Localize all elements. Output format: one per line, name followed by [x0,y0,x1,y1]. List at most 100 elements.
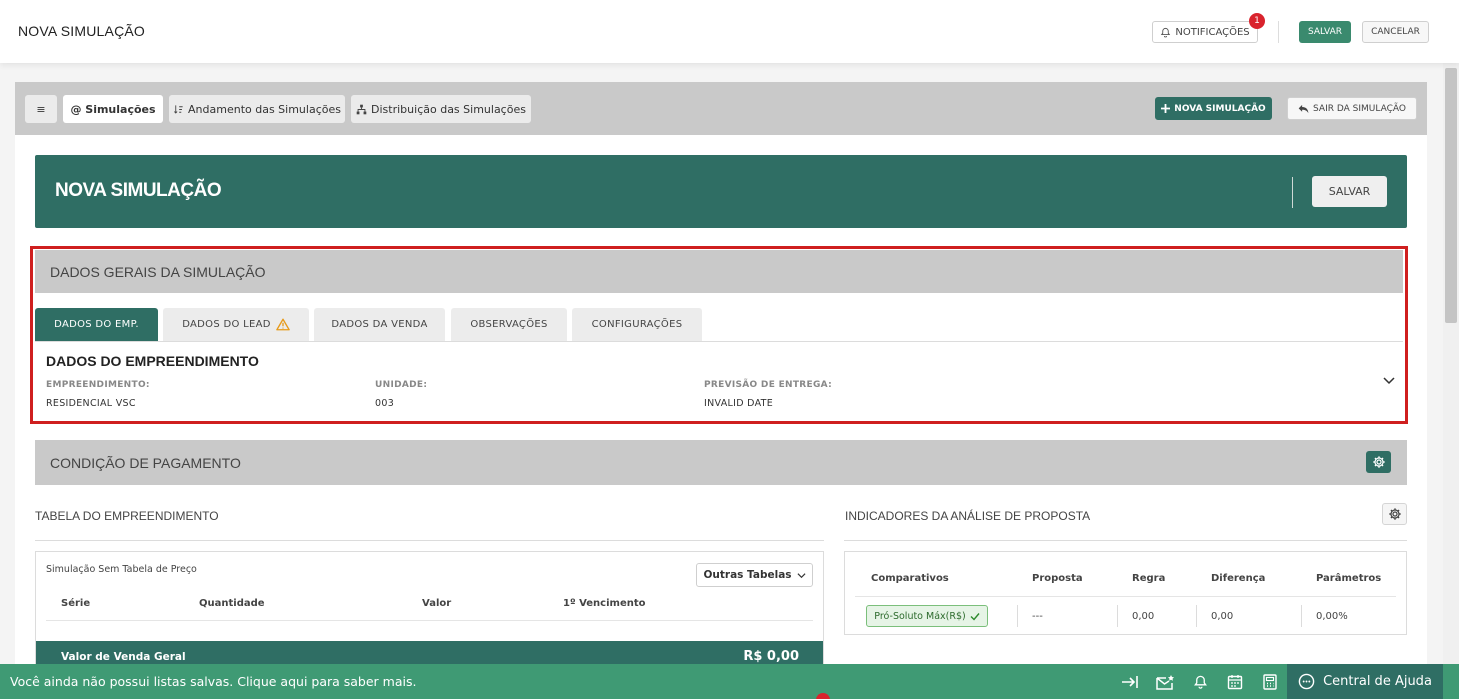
tab-label: Andamento das Simulações [188,102,341,116]
column-header: Regra [1132,573,1166,584]
field-label-unidade: UNIDADE: [375,380,428,390]
chevron-down-icon [797,572,806,578]
help-center-label: Central de Ajuda [1323,674,1432,689]
valor-venda-bar: Valor de Venda Geral R$ 0,00 [36,641,823,665]
column-header: Quantidade [199,598,265,609]
page-title: NOVA SIMULAÇÃO [18,23,146,39]
saved-lists-message[interactable]: Você ainda não possui listas salvas. Cli… [10,674,416,689]
hero-save-button[interactable]: SALVAR [1312,176,1387,207]
main-panel: NOVA SIMULAÇÃO SALVAR DADOS GERAIS DA SI… [15,135,1427,665]
divider [1301,605,1302,627]
tabela-card: Simulação Sem Tabela de Preço Outras Tab… [35,551,824,665]
mail-star-icon[interactable] [1155,673,1175,691]
tab-andamento[interactable]: Andamento das Simulações [169,95,345,123]
outras-tabelas-dropdown[interactable]: Outras Tabelas [696,563,813,587]
scrollbar-thumb[interactable] [1445,68,1457,323]
divider [1278,21,1279,43]
divider [35,341,1403,342]
pagamento-settings-button[interactable] [1366,451,1391,473]
dropdown-label: Outras Tabelas [703,569,792,581]
valor-venda-label: Valor de Venda Geral [61,651,186,663]
regra-value: 0,00 [1132,611,1155,622]
divider [844,540,1407,541]
bell-icon[interactable] [1190,673,1210,691]
column-header: Proposta [1032,573,1083,584]
gear-icon [1388,508,1401,520]
tab-observacoes[interactable]: OBSERVAÇÕES [451,308,567,341]
pagamento-header: CONDIÇÃO DE PAGAMENTO [35,440,1407,485]
tab-dados-lead[interactable]: DADOS DO LEAD [163,308,309,341]
divider [35,540,824,541]
tabela-title: TABELA DO EMPREENDIMENTO [35,509,219,523]
column-header: 1º Vencimento [563,598,646,609]
tab-dados-venda[interactable]: DADOS DA VENDA [314,308,445,341]
column-header: Parâmetros [1316,573,1382,584]
bottom-bar: Você ainda não possui listas salvas. Cli… [0,664,1459,699]
new-simulation-button[interactable]: NOVA SIMULAÇÃO [1155,97,1272,120]
exit-simulation-button[interactable]: SAIR DA SIMULAÇÃO [1287,97,1417,120]
column-header: Diferença [1211,573,1266,584]
new-simulation-label: NOVA SIMULAÇÃO [1174,103,1266,114]
comparativo-badge: Pró-Soluto Máx(R$) [866,605,988,627]
indicadores-title: INDICADORES DA ANÁLISE DE PROPOSTA [845,509,1091,523]
empreendimento-title: DADOS DO EMPREENDIMENTO [46,353,259,369]
tab-simulacoes[interactable]: @ Simulações [63,95,163,123]
field-value-empreendimento: RESIDENCIAL VSC [46,398,136,409]
valor-venda-value: R$ 0,00 [743,649,799,664]
divider [46,620,813,621]
dados-gerais-header: DADOS GERAIS DA SIMULAÇÃO [35,250,1403,293]
tab-label: CONFIGURAÇÕES [591,319,683,330]
plus-icon [1161,104,1171,113]
column-header: Série [61,598,91,609]
exit-simulation-label: SAIR DA SIMULAÇÃO [1313,103,1406,114]
notifications-label: NOTIFICAÇÕES [1175,26,1250,38]
vertical-scrollbar[interactable] [1443,63,1459,664]
parametros-value: 0,00% [1316,611,1348,622]
hero-title: NOVA SIMULAÇÃO [55,180,222,201]
section-title: DADOS GERAIS DA SIMULAÇÃO [50,264,266,280]
notifications-button[interactable]: NOTIFICAÇÕES [1152,21,1258,43]
field-label-empreendimento: EMPREENDIMENTO: [46,380,150,390]
divider [1117,605,1118,627]
save-button[interactable]: SALVAR [1299,21,1351,43]
tab-label: @ Simulações [70,102,156,116]
warning-icon [275,318,290,331]
indicadores-settings-button[interactable] [1382,503,1407,525]
tab-label: DADOS DO LEAD [182,319,271,330]
comparativo-label: Pró-Soluto Máx(R$) [874,610,966,622]
chevron-down-icon[interactable] [1382,374,1396,388]
indicadores-card: Comparativos Proposta Regra Diferença Pa… [844,551,1407,635]
hero-banner: NOVA SIMULAÇÃO SALVAR [35,155,1407,228]
proposta-value: --- [1032,611,1043,622]
field-label-previsao: PREVISÃO DE ENTREGA: [704,380,832,390]
gear-icon [1372,456,1385,468]
diferenca-value: 0,00 [1211,611,1234,622]
menu-button[interactable]: ≡ [25,95,57,123]
check-icon [970,612,980,621]
top-bar: NOVA SIMULAÇÃO NOTIFICAÇÕES 1 SALVAR CAN… [0,0,1459,63]
calendar-icon[interactable] [1225,673,1245,691]
field-value-unidade: 003 [375,398,395,409]
divider [1196,605,1197,627]
tab-dados-emp[interactable]: DADOS DO EMP. [35,308,158,341]
cancel-button[interactable]: CANCELAR [1362,21,1429,43]
section-title: CONDIÇÃO DE PAGAMENTO [50,455,241,471]
tab-label: Distribuição das Simulações [371,102,526,116]
navigation-bar: ≡ @ Simulações Andamento das Simulações … [15,82,1427,135]
field-value-previsao: INVALID DATE [704,398,774,409]
column-header: Comparativos [871,573,949,584]
reply-icon [1298,104,1309,113]
tab-label: DADOS DO EMP. [54,319,139,330]
chat-icon [1298,673,1315,690]
help-center-button[interactable]: Central de Ajuda [1287,664,1443,699]
tabela-caption: Simulação Sem Tabela de Preço [46,564,197,575]
sort-icon [174,104,183,114]
bell-icon [1161,27,1171,37]
notification-count-badge: 1 [1249,13,1265,29]
sitemap-icon [356,104,367,114]
tab-configuracoes[interactable]: CONFIGURAÇÕES [572,308,702,341]
column-header: Valor [422,598,452,609]
tab-distribuicao[interactable]: Distribuição das Simulações [351,95,531,123]
arrow-to-right-icon[interactable] [1120,673,1140,691]
calculator-icon[interactable] [1260,673,1280,691]
